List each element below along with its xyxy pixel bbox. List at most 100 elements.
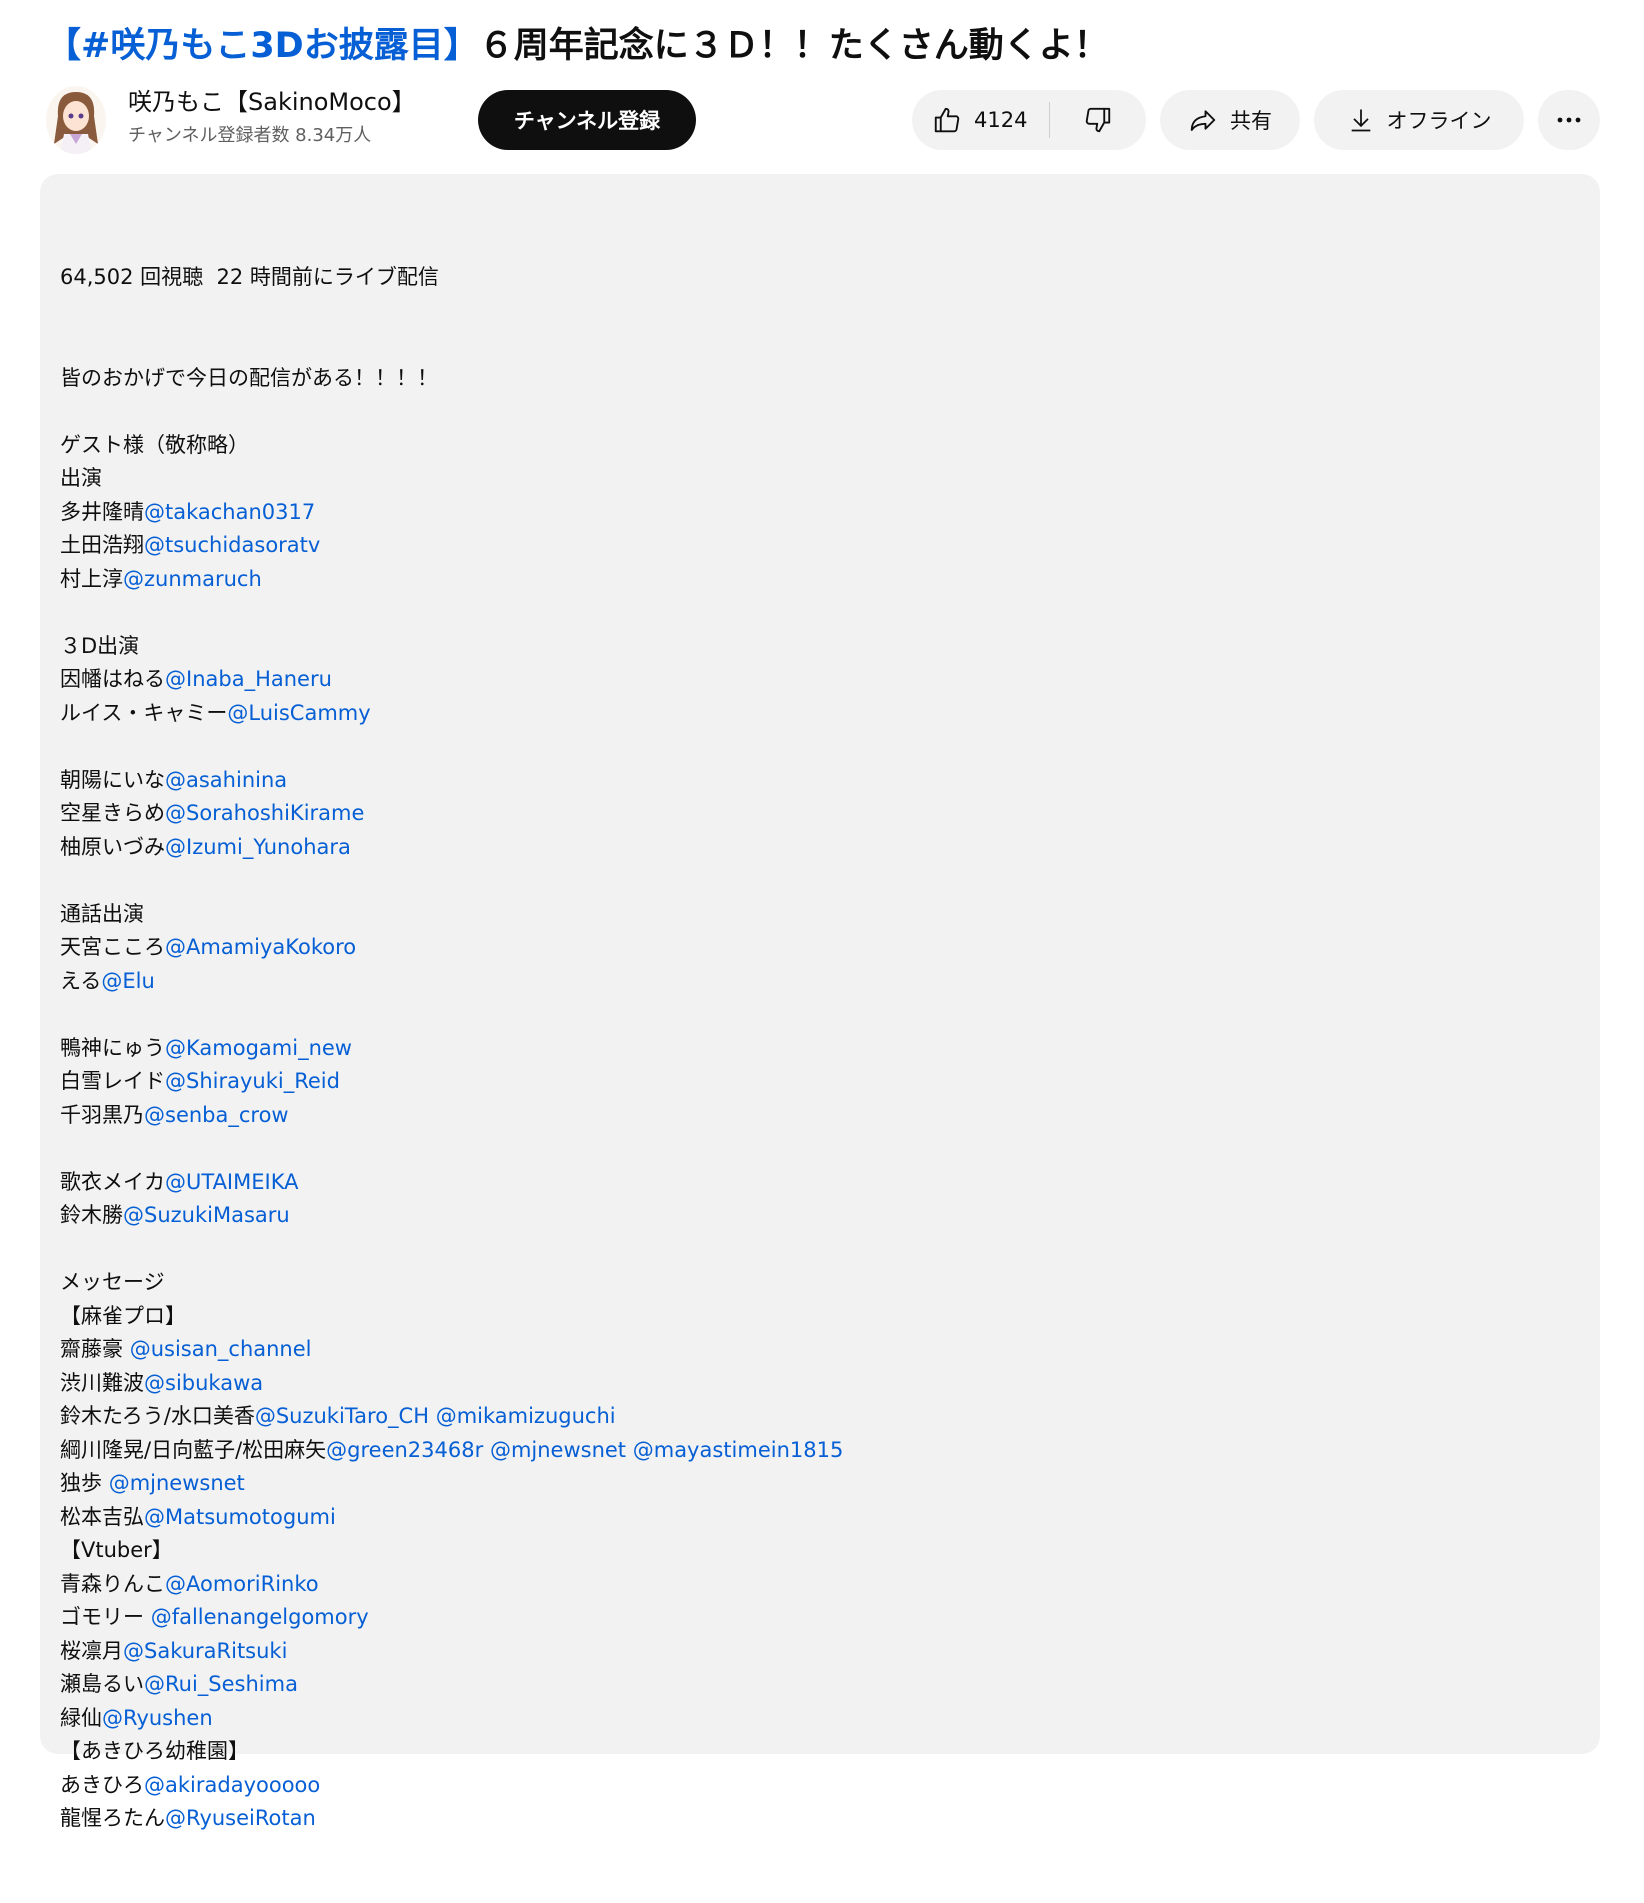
description-line	[60, 1132, 1560, 1166]
description-text-segment: 歌衣メイカ	[60, 1169, 165, 1194]
share-button[interactable]: 共有	[1160, 90, 1300, 150]
description-line: 龍惺ろたん@RyuseiRotan	[60, 1802, 1560, 1836]
channel-mention-link[interactable]: @RyuseiRotan	[165, 1806, 316, 1830]
description-line: 【あきひろ幼稚園】	[60, 1735, 1560, 1769]
description-line: 白雪レイド@Shirayuki_Reid	[60, 1065, 1560, 1099]
dislike-button[interactable]	[1050, 90, 1146, 150]
description-text-segment: 柚原いづみ	[60, 834, 165, 859]
description-line	[60, 1233, 1560, 1267]
channel-mention-link[interactable]: @mjnewsnet	[490, 1438, 626, 1462]
channel-mention-link[interactable]: @Kamogami_new	[165, 1036, 352, 1060]
description-box[interactable]: 64,502 回視聴 22 時間前にライブ配信 皆のおかげで今日の配信がある！！…	[40, 174, 1600, 1830]
channel-mention-link[interactable]: @mayastimein1815	[633, 1438, 844, 1462]
description-line	[60, 596, 1560, 630]
subscribe-button[interactable]: チャンネル登録	[478, 90, 696, 150]
channel-mention-link[interactable]: @AomoriRinko	[165, 1572, 319, 1596]
owner-row: 咲乃もこ【SakinoMoco】 チャンネル登録者数 8.34万人 チャンネル登…	[46, 86, 1606, 156]
description-line: 歌衣メイカ@UTAIMEIKA	[60, 1166, 1560, 1200]
channel-mention-link[interactable]: @senba_crow	[144, 1103, 289, 1127]
description-line: 空星きらめ@SorahoshiKirame	[60, 797, 1560, 831]
title-hashtag-link[interactable]: 【#咲乃もこ3Dお披露目】	[46, 26, 479, 66]
view-count-and-date: 64,502 回視聴 22 時間前にライブ配信	[60, 265, 439, 289]
description-line: あきひろ@akiradayooooo	[60, 1769, 1560, 1803]
description-line: ３D出演	[60, 630, 1560, 664]
channel-mention-link[interactable]: @zunmaruch	[123, 567, 262, 591]
description-line: 【麻雀プロ】	[60, 1300, 1560, 1334]
channel-mention-link[interactable]: @fallenangelgomory	[151, 1605, 369, 1629]
channel-mention-link[interactable]: @Inaba_Haneru	[165, 667, 332, 691]
channel-mention-link[interactable]: @SuzukiTaro_CH	[255, 1404, 429, 1428]
channel-mention-link[interactable]: @takachan0317	[144, 500, 315, 524]
channel-name[interactable]: 咲乃もこ【SakinoMoco】	[128, 85, 416, 119]
more-actions-button[interactable]	[1538, 90, 1600, 150]
description-text-segment: 渋川難波	[60, 1370, 144, 1395]
share-label: 共有	[1230, 109, 1272, 133]
description-line: 桜凛月@SakuraRitsuki	[60, 1635, 1560, 1669]
like-dislike-group: 4124	[912, 90, 1146, 150]
channel-mention-link[interactable]: @Shirayuki_Reid	[165, 1069, 340, 1093]
channel-mention-link[interactable]: @tsuchidasoratv	[144, 533, 320, 557]
channel-mention-link[interactable]: @SuzukiMasaru	[123, 1203, 290, 1227]
channel-mention-link[interactable]: @usisan_channel	[130, 1337, 312, 1361]
description-text-segment: 【麻雀プロ】	[60, 1303, 186, 1328]
description-text-segment: 松本吉弘	[60, 1504, 144, 1529]
description-line: ゲスト様（敬称略）	[60, 429, 1560, 463]
description-text-segment	[483, 1438, 490, 1462]
description-line: 鴨神にゅう@Kamogami_new	[60, 1032, 1560, 1066]
channel-mention-link[interactable]: @Rui_Seshima	[144, 1672, 298, 1696]
offline-download-button[interactable]: オフライン	[1314, 90, 1524, 150]
description-line: 柚原いづみ@Izumi_Yunohara	[60, 831, 1560, 865]
description-text-segment: 【あきひろ幼稚園】	[60, 1739, 249, 1763]
description-text-segment: 朝陽にいな	[60, 767, 165, 792]
description-text-segment: 村上淳	[60, 566, 123, 591]
channel-mention-link[interactable]: @Izumi_Yunohara	[165, 835, 351, 859]
description-text-segment: 因幡はねる	[60, 667, 165, 691]
channel-mention-link[interactable]: @Ryushen	[102, 1706, 213, 1730]
channel-mention-link[interactable]: @Elu	[101, 969, 154, 993]
description-line: 出演	[60, 462, 1560, 496]
description-text-segment: あきひろ	[60, 1772, 144, 1797]
description-text-segment: える	[60, 968, 102, 993]
description-text-segment	[429, 1404, 436, 1428]
description-text-segment: 瀬島るい	[60, 1672, 144, 1696]
description-text-segment: 土田浩翔	[60, 533, 144, 557]
avatar-image	[46, 86, 106, 154]
channel-mention-link[interactable]: @UTAIMEIKA	[165, 1170, 298, 1194]
description-line: 鈴木たろう/水口美香@SuzukiTaro_CH @mikamizuguchi	[60, 1400, 1560, 1434]
description-line	[60, 395, 1560, 429]
channel-mention-link[interactable]: @mikamizuguchi	[436, 1404, 616, 1428]
description-text-segment: 緑仙	[60, 1705, 102, 1730]
description-line: 松本吉弘@Matsumotogumi	[60, 1501, 1560, 1535]
channel-mention-link[interactable]: @akiradayooooo	[144, 1773, 320, 1797]
description-line	[60, 864, 1560, 898]
description-line	[60, 998, 1560, 1032]
description-line: える@Elu	[60, 965, 1560, 999]
description-text-segment: 青森りんこ	[60, 1571, 165, 1596]
description-line: 瀬島るい@Rui_Seshima	[60, 1668, 1560, 1702]
channel-mention-link[interactable]: @LuisCammy	[227, 701, 370, 725]
channel-mention-link[interactable]: @AmamiyaKokoro	[165, 935, 356, 959]
description-line: 皆のおかげで今日の配信がある！！！！	[60, 362, 1560, 396]
like-button[interactable]: 4124	[912, 90, 1049, 150]
description-line: 村上淳@zunmaruch	[60, 563, 1560, 597]
description-line: メッセージ	[60, 1266, 1560, 1300]
channel-mention-link[interactable]: @asahinina	[165, 768, 287, 792]
description-text-segment: 龍惺ろたん	[60, 1806, 165, 1830]
channel-mention-link[interactable]: @mjnewsnet	[109, 1471, 245, 1495]
channel-avatar[interactable]	[46, 86, 106, 154]
channel-mention-link[interactable]: @SakuraRitsuki	[123, 1639, 287, 1663]
channel-mention-link[interactable]: @Matsumotogumi	[144, 1505, 336, 1529]
description-text-segment: 鈴木たろう/水口美香	[60, 1404, 255, 1428]
description-line: 因幡はねる@Inaba_Haneru	[60, 663, 1560, 697]
description-line	[60, 730, 1560, 764]
description-text-segment: 千羽黒乃	[60, 1102, 144, 1127]
description-text-segment: 桜凛月	[60, 1638, 123, 1663]
description-line: 緑仙@Ryushen	[60, 1702, 1560, 1736]
description-text-segment: 天宮こころ	[60, 935, 165, 959]
channel-mention-link[interactable]: @sibukawa	[144, 1371, 263, 1395]
channel-mention-link[interactable]: @SorahoshiKirame	[165, 801, 364, 825]
more-horizontal-icon	[1557, 117, 1581, 123]
description-text-segment: 白雪レイド	[60, 1069, 165, 1093]
description-line: 鈴木勝@SuzukiMasaru	[60, 1199, 1560, 1233]
channel-mention-link[interactable]: @green23468r	[326, 1438, 483, 1462]
